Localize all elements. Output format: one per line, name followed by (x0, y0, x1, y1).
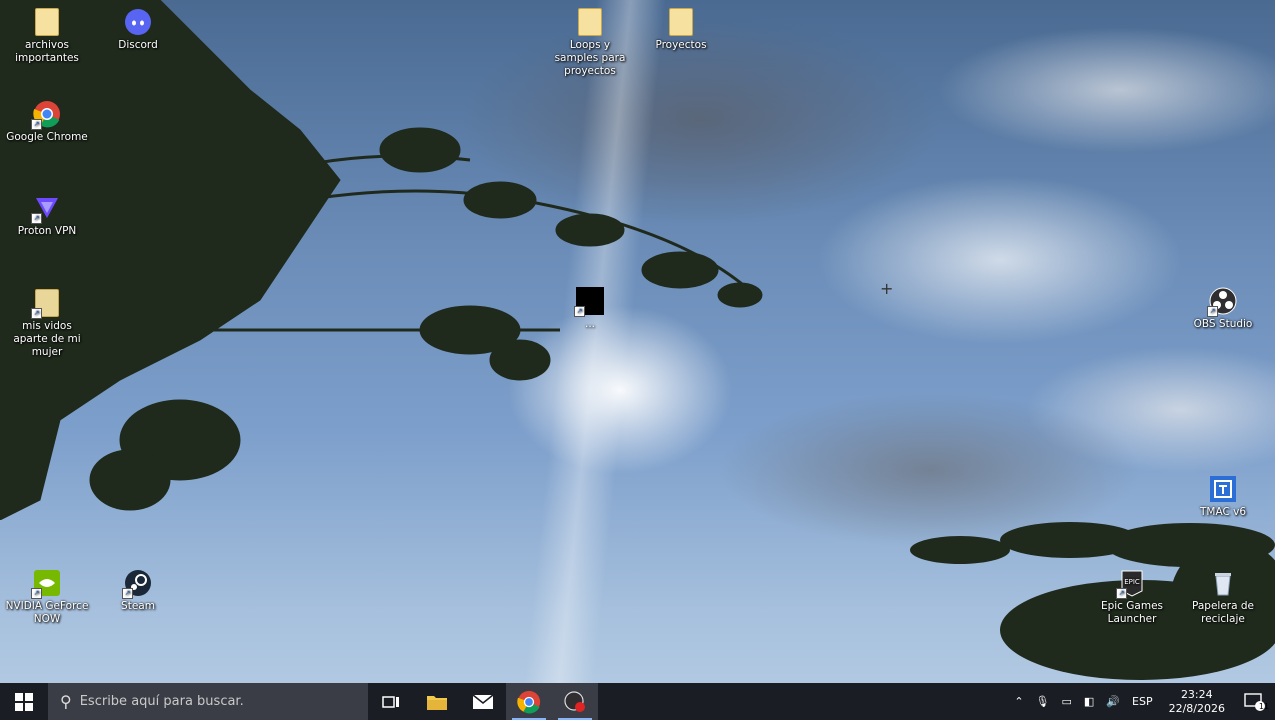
mail-icon (472, 693, 494, 709)
icon-label: mis vidos aparte de mi mujer (13, 320, 81, 358)
start-button[interactable] (0, 683, 48, 720)
taskbar-obs-recording[interactable] (552, 683, 598, 720)
desktop-icon-nvidia[interactable]: ↗ NVIDIA GeForce NOW (5, 569, 89, 626)
desktop-icon-archivos[interactable]: archivos importantes (5, 8, 89, 65)
icon-label: Steam (121, 600, 155, 612)
epic-games-icon: EPIC ↗ (1116, 569, 1146, 599)
steam-icon: ↗ (122, 569, 152, 599)
icon-label: ... (584, 318, 595, 330)
chrome-icon: ↗ (31, 100, 61, 130)
notification-count: 11 (1258, 702, 1270, 711)
nvidia-geforce-icon: ↗ (31, 569, 61, 599)
proton-vpn-icon: ↗ (31, 194, 61, 224)
sun-beam (524, 0, 666, 683)
icon-label: archivos importantes (15, 39, 79, 64)
folder-icon (33, 8, 61, 36)
network-icon[interactable]: ◧ (1078, 695, 1100, 708)
notification-center-button[interactable]: 11 (1235, 683, 1275, 720)
desktop-icon-chrome[interactable]: ↗ Google Chrome (5, 100, 89, 144)
desktop-icon-tmac[interactable]: TMAC v6 (1181, 475, 1265, 519)
discord-icon (124, 8, 152, 36)
icon-label: TMAC v6 (1199, 506, 1247, 518)
task-view-icon (382, 695, 399, 708)
clock-time: 23:24 (1180, 687, 1213, 701)
windows-logo-icon (15, 692, 33, 711)
volume-icon[interactable]: 🔊 (1100, 695, 1126, 708)
folder-icon (576, 8, 604, 36)
icon-label: OBS Studio (1193, 318, 1253, 330)
battery-icon[interactable]: ▭ (1056, 695, 1078, 708)
icon-label: Google Chrome (6, 131, 88, 143)
desktop-icon-proyectos[interactable]: Proyectos (639, 8, 723, 52)
tree-branches-left (0, 0, 763, 520)
desktop-icon-discord[interactable]: Discord (96, 8, 180, 52)
task-view-button[interactable] (368, 683, 414, 720)
desktop-icon-proton-vpn[interactable]: ↗ Proton VPN (5, 194, 89, 238)
file-explorer-icon (427, 695, 447, 710)
icon-label: Epic Games Launcher (1100, 600, 1164, 625)
taskbar-file-explorer[interactable] (414, 683, 460, 720)
search-icon: ⚲ (60, 692, 72, 711)
folder-icon (667, 8, 695, 36)
desktop-icon-loops[interactable]: Loops y samples para proyectos (548, 8, 632, 78)
icon-label: Loops y samples para proyectos (554, 39, 626, 77)
chrome-icon (517, 690, 541, 713)
icon-label: Papelera de reciclaje (1191, 600, 1254, 625)
desktop-icon-obs[interactable]: ↗ OBS Studio (1181, 287, 1265, 331)
obs-studio-icon: ↗ (1207, 287, 1237, 317)
language-indicator[interactable]: ESP (1126, 695, 1159, 708)
desktop-icon-videos[interactable]: ↗ mis vidos aparte de mi mujer (5, 289, 89, 359)
taskbar-search-box[interactable]: ⚲ Escribe aquí para buscar. (48, 683, 368, 720)
recycle-bin-icon (1209, 569, 1237, 597)
taskbar-chrome[interactable] (506, 683, 552, 720)
microphone-icon[interactable]: 🎙 (1030, 695, 1056, 708)
system-tray: ⌃ 🎙 ▭ ◧ 🔊 ESP 23:24 22/8/2026 11 (1008, 683, 1275, 720)
taskbar-mail[interactable] (460, 683, 506, 720)
icon-label: NVIDIA GeForce NOW (5, 600, 89, 625)
desktop-icon-epic-games[interactable]: EPIC ↗ Epic Games Launcher (1090, 569, 1174, 626)
desktop-icon-steam[interactable]: ↗ Steam (96, 569, 180, 613)
taskbar-clock[interactable]: 23:24 22/8/2026 (1159, 688, 1235, 716)
search-placeholder: Escribe aquí para buscar. (79, 694, 244, 709)
video-folder-icon: ↗ (31, 289, 61, 319)
icon-label: Discord (118, 39, 158, 51)
crosshair-cursor-icon: + (880, 279, 894, 298)
app-shortcut-icon: ↗ (574, 287, 604, 317)
taskbar: ⚲ Escribe aquí para buscar. ⌃ 🎙 ▭ ◧ 🔊 ES… (0, 683, 1275, 720)
svg-text:EPIC: EPIC (1124, 578, 1140, 586)
desktop-icon-center-shortcut[interactable]: ↗ ... (548, 287, 632, 331)
clock-date: 22/8/2026 (1168, 701, 1225, 715)
tmac-icon (1209, 475, 1237, 503)
icon-label: Proyectos (655, 39, 707, 51)
obs-recording-icon (564, 690, 585, 712)
chevron-up-icon[interactable]: ⌃ (1008, 695, 1029, 708)
icon-label: Proton VPN (17, 225, 77, 237)
desktop-icon-recycle-bin[interactable]: Papelera de reciclaje (1181, 569, 1265, 626)
